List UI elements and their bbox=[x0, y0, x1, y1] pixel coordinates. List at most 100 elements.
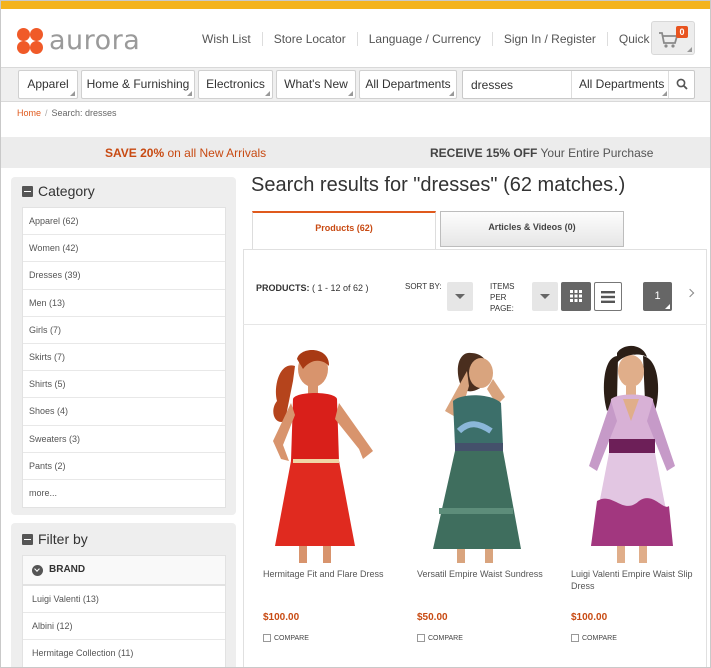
grid-view-button[interactable] bbox=[561, 282, 591, 311]
filter-panel: Filter by BRAND Luigi Valenti (13) Albin… bbox=[11, 523, 236, 667]
product-card: Versatil Empire Waist Sundress $50.00 CO… bbox=[409, 341, 549, 661]
page-select[interactable]: 1 bbox=[643, 282, 672, 311]
checkbox-icon bbox=[571, 634, 579, 642]
corner-caret-icon bbox=[187, 91, 192, 96]
chevron-down-icon bbox=[455, 294, 465, 299]
product-price: $50.00 bbox=[417, 612, 448, 623]
search-button[interactable] bbox=[668, 71, 694, 98]
category-item[interactable]: Girls (7) bbox=[23, 317, 225, 344]
product-name-link[interactable]: Versatil Empire Waist Sundress bbox=[417, 568, 557, 580]
cart-dropdown-corner-icon bbox=[687, 47, 692, 52]
corner-caret-icon bbox=[662, 91, 667, 96]
category-item[interactable]: Shoes (4) bbox=[23, 398, 225, 426]
collapse-icon bbox=[22, 533, 33, 545]
product-image[interactable] bbox=[255, 341, 395, 563]
product-image[interactable] bbox=[563, 341, 703, 563]
dept-home-furnishing-label: Home & Furnishing bbox=[86, 77, 190, 91]
chevron-down-icon bbox=[32, 564, 43, 576]
logo-text: aurora bbox=[49, 25, 141, 56]
dept-whats-new-label: What's New bbox=[284, 77, 348, 91]
product-name-link[interactable]: Hermitage Fit and Flare Dress bbox=[263, 568, 403, 580]
sort-by-label: SORT BY: bbox=[405, 282, 442, 291]
products-label: PRODUCTS: bbox=[256, 283, 310, 293]
promo-receive-strong: RECEIVE 15% OFF bbox=[430, 146, 538, 160]
category-panel-header[interactable]: Category bbox=[22, 183, 95, 199]
shopping-cart-button[interactable]: 0 bbox=[651, 21, 695, 55]
promo-save-rest: on all New Arrivals bbox=[164, 146, 267, 160]
brand-title: BRAND bbox=[49, 564, 86, 575]
breadcrumb-current: Search: dresses bbox=[51, 108, 117, 118]
tab-articles-videos[interactable]: Articles & Videos (0) bbox=[440, 211, 624, 247]
store-locator-link[interactable]: Store Locator bbox=[263, 32, 358, 46]
promo-new-arrivals[interactable]: SAVE 20% on all New Arrivals bbox=[105, 146, 266, 160]
category-item[interactable]: Sweaters (3) bbox=[23, 426, 225, 453]
dept-apparel-label: Apparel bbox=[27, 77, 69, 91]
breadcrumb: Home / Search: dresses bbox=[17, 108, 117, 118]
corner-caret-icon bbox=[265, 91, 270, 96]
compare-label: COMPARE bbox=[428, 634, 463, 642]
items-per-page-label: ITEMS PER PAGE: bbox=[490, 281, 514, 314]
breadcrumb-separator: / bbox=[45, 108, 48, 118]
tab-products[interactable]: Products (62) bbox=[252, 211, 436, 249]
department-bar: Apparel Home & Furnishing Electronics Wh… bbox=[1, 67, 710, 102]
brand-filter-header[interactable]: BRAND bbox=[22, 555, 226, 585]
category-list: Apparel (62) Women (42) Dresses (39) Men… bbox=[22, 207, 226, 509]
product-image[interactable] bbox=[409, 341, 549, 563]
wish-list-link[interactable]: Wish List bbox=[191, 32, 263, 46]
sort-by-dropdown[interactable] bbox=[447, 282, 473, 311]
product-name-link[interactable]: Luigi Valenti Empire Waist Slip Dress bbox=[571, 568, 710, 592]
list-icon bbox=[601, 291, 615, 303]
sign-in-register-link[interactable]: Sign In / Register bbox=[493, 32, 608, 46]
filter-panel-header[interactable]: Filter by bbox=[22, 531, 88, 547]
filter-title: Filter by bbox=[38, 531, 88, 547]
compare-checkbox[interactable]: COMPARE bbox=[263, 634, 309, 642]
breadcrumb-home-link[interactable]: Home bbox=[17, 108, 41, 118]
search-scope-label: All Departments bbox=[579, 77, 665, 91]
dept-all-departments-label: All Departments bbox=[365, 77, 451, 91]
promo-banner: SAVE 20% on all New Arrivals RECEIVE 15%… bbox=[1, 137, 710, 168]
compare-label: COMPARE bbox=[582, 634, 617, 642]
items-per-page-line: PAGE: bbox=[490, 304, 514, 313]
category-item[interactable]: Women (42) bbox=[23, 235, 225, 263]
next-page-chevron-icon[interactable] bbox=[685, 288, 695, 298]
grid-icon bbox=[570, 290, 582, 302]
category-item[interactable]: Men (13) bbox=[23, 290, 225, 317]
dept-all-departments[interactable]: All Departments bbox=[359, 70, 457, 99]
search-scope-select[interactable]: All Departments bbox=[571, 71, 669, 98]
dept-whats-new[interactable]: What's New bbox=[276, 70, 356, 99]
dept-apparel[interactable]: Apparel bbox=[18, 70, 78, 99]
dept-electronics[interactable]: Electronics bbox=[198, 70, 273, 99]
brand-item[interactable]: Luigi Valenti (13) bbox=[23, 586, 225, 614]
page-frame: aurora Wish List Store Locator Language … bbox=[0, 0, 711, 668]
logo-flower-icon bbox=[17, 27, 43, 54]
brand-item[interactable]: Albini (12) bbox=[23, 613, 225, 641]
brand-item[interactable]: Hermitage Collection (11) bbox=[23, 640, 225, 667]
category-item[interactable]: Pants (2) bbox=[23, 453, 225, 480]
corner-caret-icon bbox=[348, 91, 353, 96]
compare-label: COMPARE bbox=[274, 634, 309, 642]
items-per-page-dropdown[interactable] bbox=[532, 282, 558, 311]
dept-electronics-label: Electronics bbox=[206, 77, 265, 91]
items-per-page-line: ITEMS bbox=[490, 282, 515, 291]
results-title: Search results for "dresses" (62 matches… bbox=[251, 174, 626, 196]
search-bar: All Departments bbox=[462, 70, 695, 99]
category-item[interactable]: Skirts (7) bbox=[23, 344, 225, 372]
category-more-link[interactable]: more... bbox=[23, 480, 225, 507]
language-currency-link[interactable]: Language / Currency bbox=[358, 32, 493, 46]
category-item[interactable]: Dresses (39) bbox=[23, 262, 225, 290]
category-item[interactable]: Apparel (62) bbox=[23, 208, 225, 236]
search-input[interactable] bbox=[463, 71, 571, 98]
promo-entire-purchase[interactable]: RECEIVE 15% OFF Your Entire Purchase bbox=[430, 146, 653, 160]
category-item[interactable]: Shirts (5) bbox=[23, 371, 225, 399]
category-panel: Category Apparel (62) Women (42) Dresses… bbox=[11, 177, 236, 515]
items-per-page-line: PER bbox=[490, 293, 507, 302]
compare-checkbox[interactable]: COMPARE bbox=[417, 634, 463, 642]
dept-home-furnishing[interactable]: Home & Furnishing bbox=[81, 70, 195, 99]
aurora-logo[interactable]: aurora bbox=[17, 25, 140, 56]
checkbox-icon bbox=[263, 634, 271, 642]
brand-list: Luigi Valenti (13) Albini (12) Hermitage… bbox=[22, 585, 226, 667]
corner-caret-icon bbox=[449, 91, 454, 96]
list-view-button[interactable] bbox=[594, 282, 622, 311]
compare-checkbox[interactable]: COMPARE bbox=[571, 634, 617, 642]
chevron-down-icon bbox=[540, 294, 550, 299]
